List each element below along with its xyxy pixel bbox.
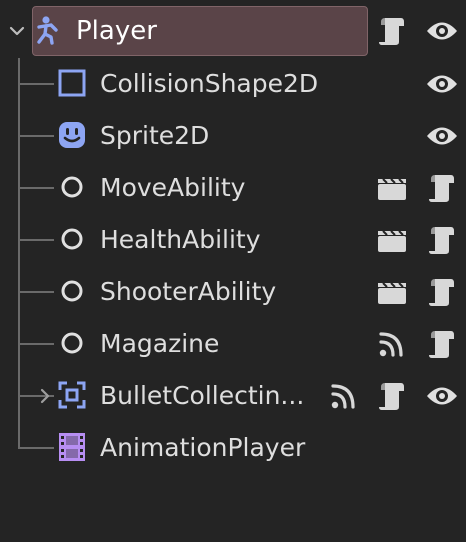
tree-row-player[interactable]: Player bbox=[0, 6, 466, 56]
sprite2d-icon bbox=[56, 119, 88, 151]
tree-row-sprite2d[interactable]: Sprite2D bbox=[0, 111, 466, 161]
node-label: BulletCollectin... bbox=[100, 381, 305, 410]
visibility-eye-icon[interactable] bbox=[426, 15, 458, 47]
instance-clapper-icon[interactable] bbox=[376, 224, 408, 256]
tree-row-healthability[interactable]: HealthAbility bbox=[0, 215, 466, 265]
scene-tree: Player CollisionShape2D Sprite2D MoveAbi… bbox=[0, 0, 466, 542]
node-circle-icon bbox=[56, 275, 88, 307]
tree-row-bulletcollecting[interactable]: BulletCollectin... bbox=[0, 371, 466, 421]
tree-row-shooterability[interactable]: ShooterAbility bbox=[0, 267, 466, 317]
player-node-icon bbox=[32, 14, 64, 46]
node-label: ShooterAbility bbox=[100, 277, 277, 306]
node-circle-icon bbox=[56, 327, 88, 359]
tree-connector bbox=[18, 239, 54, 241]
script-icon[interactable] bbox=[426, 224, 458, 256]
collision-shape-icon bbox=[56, 67, 88, 99]
chevron-down-icon[interactable] bbox=[2, 16, 32, 46]
node-label: AnimationPlayer bbox=[100, 433, 306, 462]
tree-connector bbox=[18, 83, 54, 85]
animation-player-icon bbox=[56, 431, 88, 463]
script-icon[interactable] bbox=[376, 15, 408, 47]
area2d-icon bbox=[56, 379, 88, 411]
signals-icon[interactable] bbox=[328, 380, 360, 412]
tree-row-animationplayer[interactable]: AnimationPlayer bbox=[0, 423, 466, 473]
tree-connector bbox=[18, 135, 54, 137]
visibility-eye-icon[interactable] bbox=[426, 120, 458, 152]
visibility-eye-icon[interactable] bbox=[426, 68, 458, 100]
tree-row-collisionshape2d[interactable]: CollisionShape2D bbox=[0, 59, 466, 109]
tree-row-moveability[interactable]: MoveAbility bbox=[0, 163, 466, 213]
node-label: HealthAbility bbox=[100, 225, 261, 254]
node-circle-icon bbox=[56, 223, 88, 255]
tree-connector bbox=[18, 187, 54, 189]
script-icon[interactable] bbox=[376, 380, 408, 412]
node-label: Magazine bbox=[100, 329, 220, 358]
tree-connector bbox=[18, 291, 54, 293]
tree-row-magazine[interactable]: Magazine bbox=[0, 319, 466, 369]
script-icon[interactable] bbox=[426, 276, 458, 308]
instance-clapper-icon[interactable] bbox=[376, 172, 408, 204]
visibility-eye-icon[interactable] bbox=[426, 380, 458, 412]
node-label: CollisionShape2D bbox=[100, 69, 319, 98]
script-icon[interactable] bbox=[426, 172, 458, 204]
signals-icon[interactable] bbox=[376, 328, 408, 360]
tree-connector bbox=[18, 447, 54, 449]
script-icon[interactable] bbox=[426, 328, 458, 360]
node-circle-icon bbox=[56, 171, 88, 203]
node-label: Player bbox=[76, 16, 157, 46]
node-label: MoveAbility bbox=[100, 173, 246, 202]
node-label: Sprite2D bbox=[100, 121, 210, 150]
tree-connector bbox=[18, 343, 54, 345]
instance-clapper-icon[interactable] bbox=[376, 276, 408, 308]
